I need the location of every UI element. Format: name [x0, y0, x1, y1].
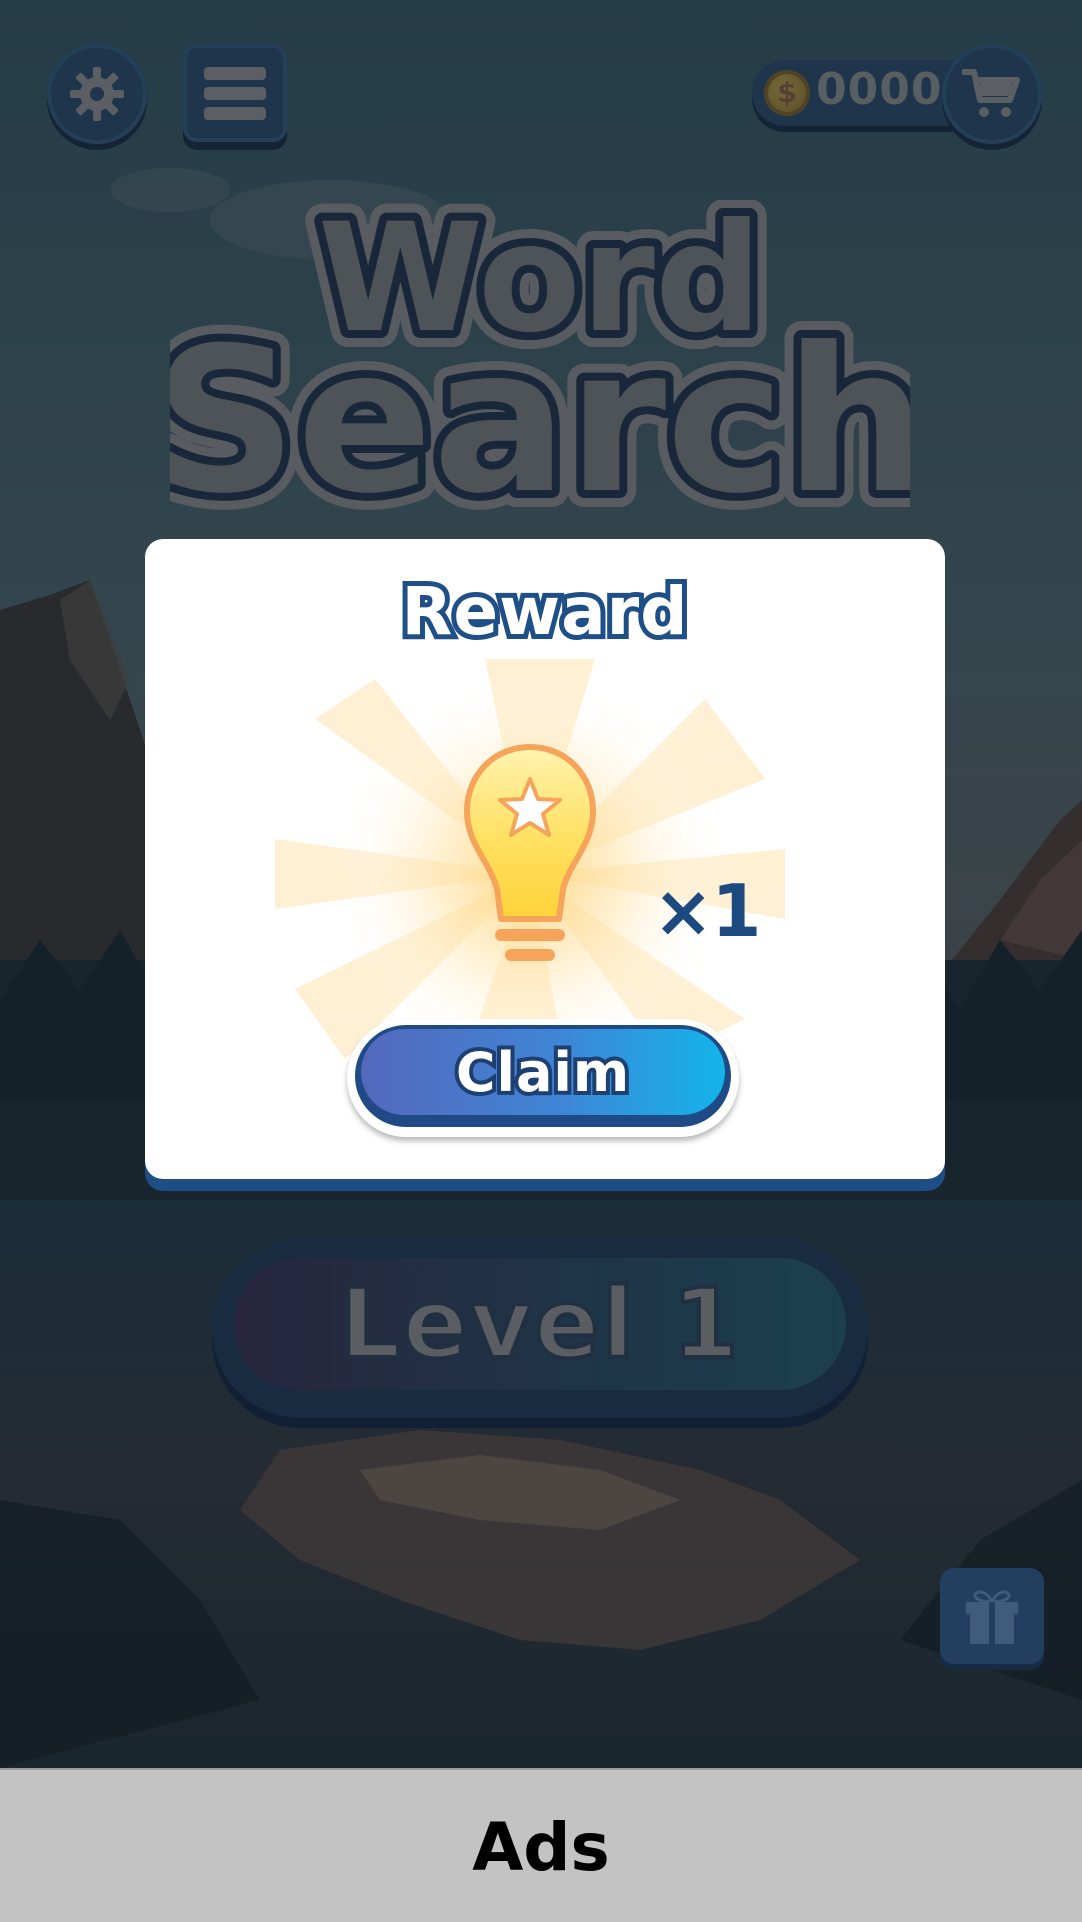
claim-button[interactable]: Claim — [347, 1019, 739, 1137]
claim-label: Claim — [452, 1037, 633, 1108]
ads-label: Ads — [472, 1808, 610, 1886]
reward-item-art — [275, 659, 785, 1059]
ads-banner[interactable]: Ads — [0, 1768, 1082, 1922]
reward-quantity: ×1 — [653, 869, 761, 953]
claim-button-face: Claim — [361, 1029, 725, 1115]
game-screen: Word Word Search Search $ 0000 Level 1 R… — [0, 0, 1082, 1922]
reward-dialog: Reward ×1 Claim — [145, 539, 945, 1179]
claim-button-base: Claim — [355, 1025, 731, 1127]
